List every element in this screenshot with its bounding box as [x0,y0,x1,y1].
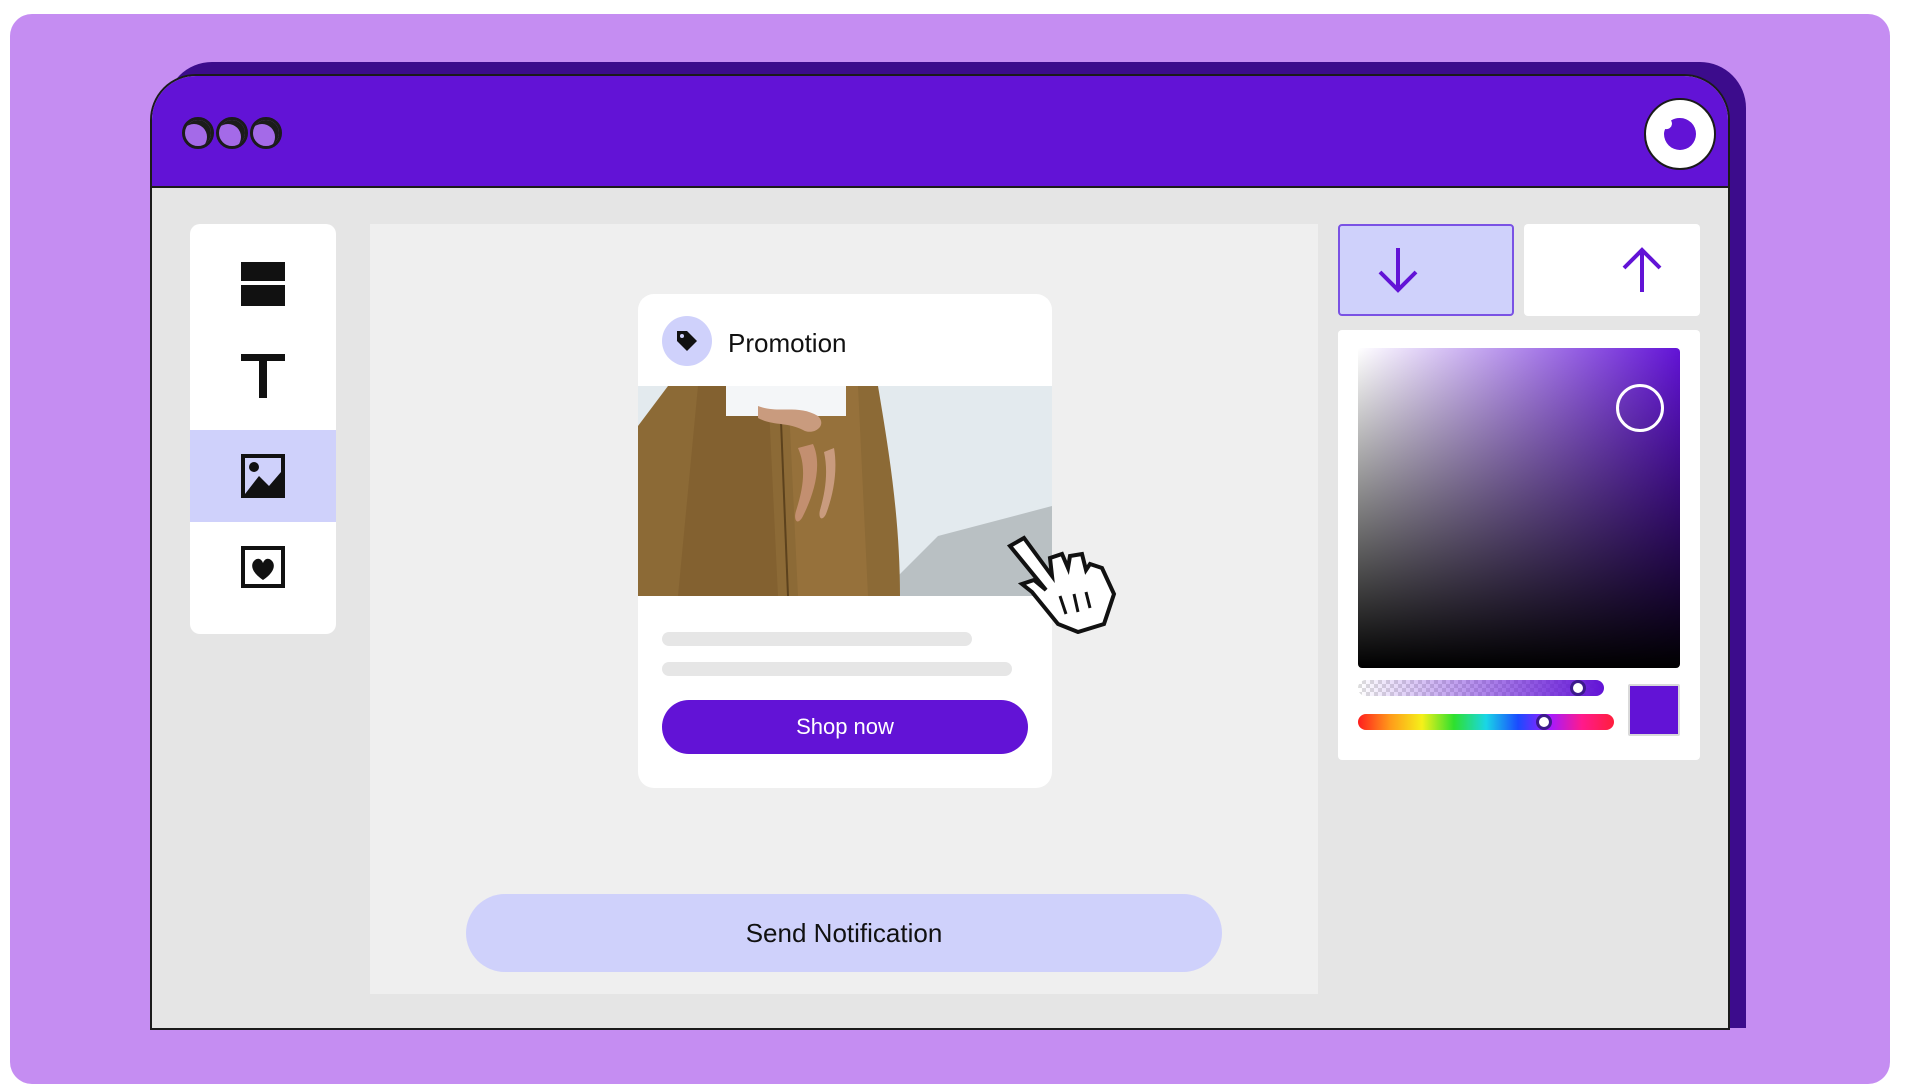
tool-image[interactable] [190,430,336,522]
layout-icon [241,262,285,306]
card-title: Promotion [728,328,847,358]
product-image [638,386,1052,596]
editor-canvas: Promotion Shop now Send Notification [370,224,1318,994]
heart-frame-icon [241,546,285,588]
shop-now-button[interactable]: Shop now [662,700,1028,754]
brand-logo-icon [1644,98,1716,170]
alpha-slider[interactable] [1358,680,1604,696]
alpha-slider-knob[interactable] [1569,680,1586,696]
hue-slider-knob[interactable] [1535,714,1552,730]
tool-sidebar [190,224,336,634]
hue-slider[interactable] [1358,714,1614,730]
send-notification-button[interactable]: Send Notification [466,894,1222,972]
tag-icon [662,316,712,366]
text-placeholder-line [662,662,1012,676]
title-bar [152,76,1728,188]
window-dot-minimize[interactable] [216,117,248,149]
tool-layout[interactable] [190,238,336,330]
arrow-up-icon [1622,247,1662,292]
notification-card[interactable]: Promotion Shop now [638,294,1052,788]
window-dot-close[interactable] [182,117,214,149]
card-header: Promotion [638,294,1052,386]
app-window: Promotion Shop now Send Notification [150,74,1730,1030]
text-icon [241,354,285,398]
move-up-button[interactable] [1524,224,1700,316]
tool-text[interactable] [190,330,336,422]
image-icon [241,454,285,498]
window-dot-maximize[interactable] [250,117,282,149]
color-picker [1338,330,1700,760]
text-placeholder-line [662,632,972,646]
move-down-button[interactable] [1338,224,1514,316]
saturation-value-area[interactable] [1358,348,1680,668]
arrow-down-icon [1378,248,1418,293]
hand-pointer-icon [1006,535,1117,634]
color-picker-handle[interactable] [1616,384,1664,432]
tool-sticker[interactable] [190,522,336,614]
selected-color-swatch[interactable] [1628,684,1680,736]
